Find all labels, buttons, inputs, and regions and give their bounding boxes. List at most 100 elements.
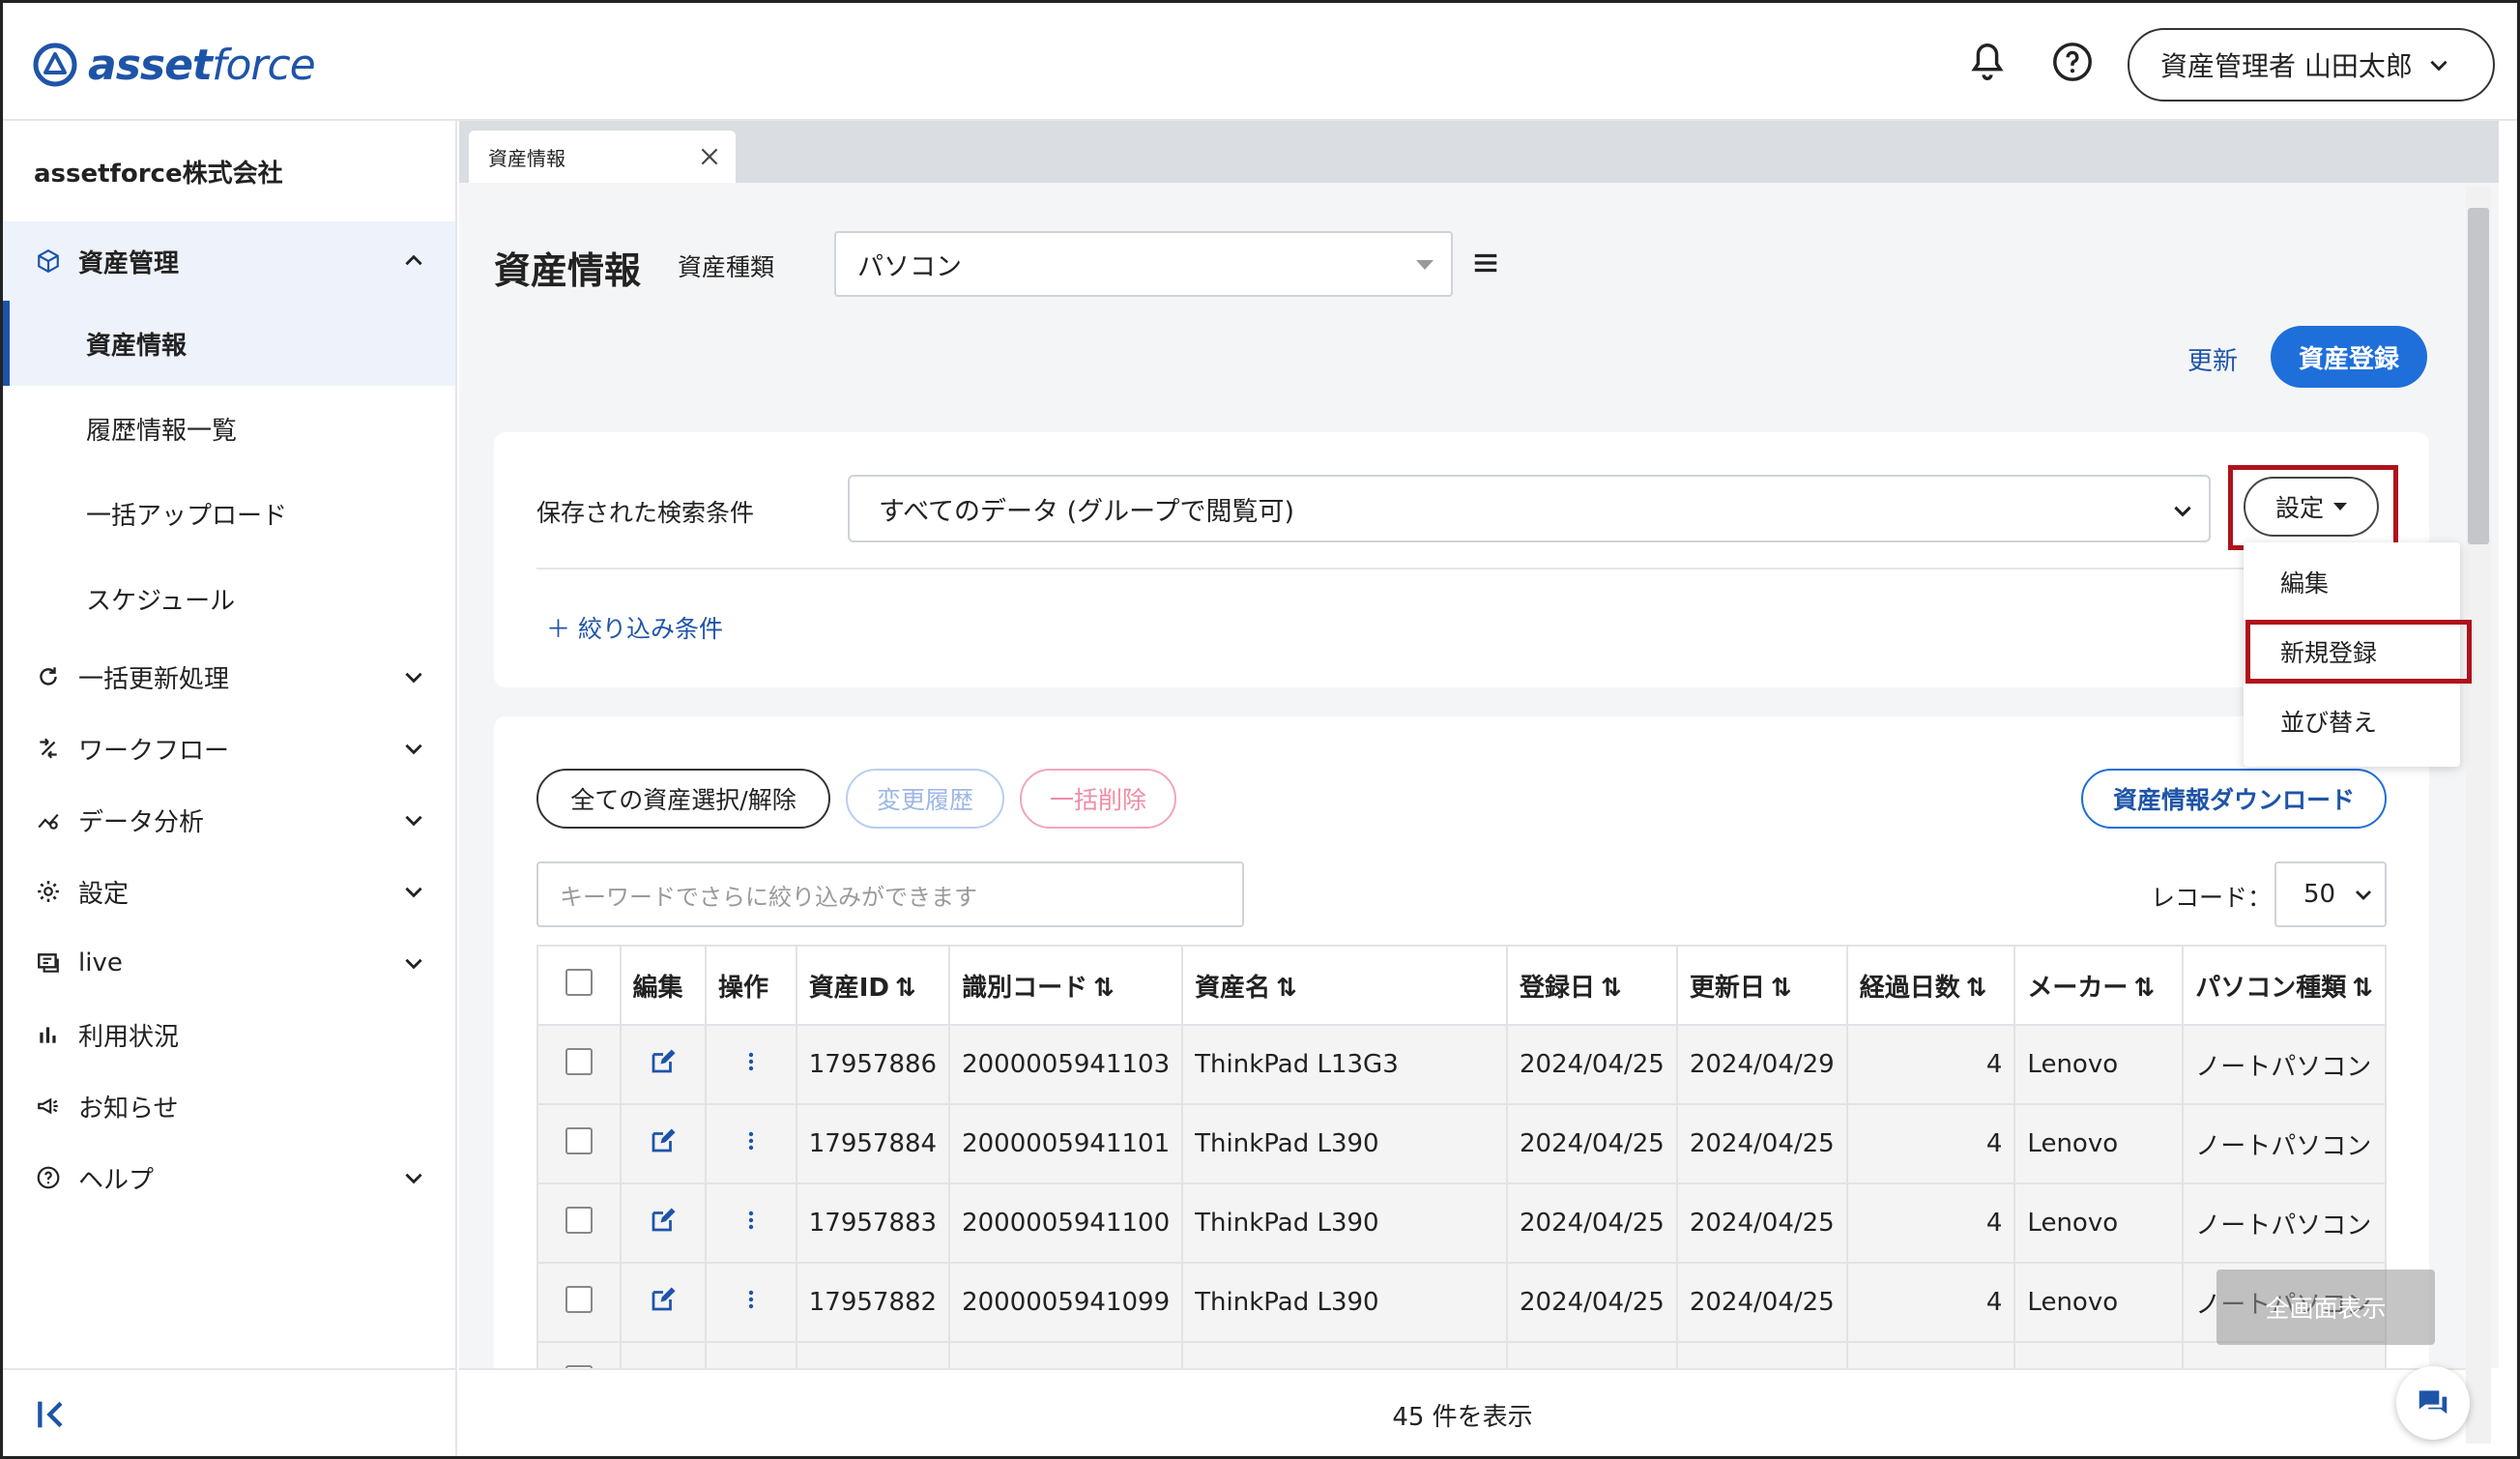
registered-date: 2024/04/25: [1505, 1262, 1678, 1343]
more-vertical-icon[interactable]: [739, 1285, 763, 1314]
sidebar-divider: [3, 1368, 455, 1370]
row-checkbox-cell: [536, 1024, 622, 1105]
tab-asset-info[interactable]: 資産情報: [469, 131, 736, 183]
header-edit: 編集: [619, 945, 707, 1026]
empty-cell: [1181, 1341, 1508, 1368]
edit-icon[interactable]: [649, 1126, 678, 1155]
record-count-select[interactable]: 50: [2274, 861, 2387, 927]
close-icon[interactable]: [697, 144, 722, 169]
header-label: メーカー: [2027, 973, 2129, 1003]
sidebar-item-label: お知らせ: [78, 1094, 179, 1123]
footer-bar: 45 件を表示: [459, 1368, 2466, 1456]
header-pc-type[interactable]: パソコン種類 ⇅: [2182, 945, 2387, 1026]
sidebar-item-history-list[interactable]: 履歴情報一覧: [3, 386, 455, 471]
chat-button[interactable]: [2396, 1366, 2470, 1440]
collapse-sidebar-icon[interactable]: [32, 1395, 71, 1434]
scrollbar-thumb[interactable]: [2468, 208, 2489, 544]
edit-cell: [619, 1024, 707, 1105]
table-row[interactable]: [536, 1341, 2387, 1368]
sidebar-item-asset-management[interactable]: 資産管理: [3, 221, 455, 301]
hamburger-menu-icon[interactable]: [1470, 248, 1501, 277]
pc-type: ノートパソコン: [2182, 1024, 2387, 1105]
header-updated[interactable]: 更新日 ⇅: [1675, 945, 1848, 1026]
table-row[interactable]: 17957883 2000005941100 ThinkPad L390 202…: [536, 1182, 2387, 1264]
asset-name: ThinkPad L390: [1181, 1262, 1508, 1343]
download-button[interactable]: 資産情報ダウンロード: [2081, 769, 2387, 829]
row-checkbox-cell: [536, 1182, 622, 1264]
more-vertical-icon[interactable]: [739, 1206, 763, 1235]
empty-cell: [619, 1341, 707, 1368]
sidebar-item-workflow[interactable]: ワークフロー: [3, 713, 455, 784]
sidebar-item-label: 設定: [78, 879, 130, 909]
sidebar-item-settings[interactable]: 設定: [3, 856, 455, 927]
row-checkbox[interactable]: [565, 1285, 593, 1313]
header-code[interactable]: 識別コード ⇅: [948, 945, 1184, 1026]
user-menu-button[interactable]: 資産管理者 山田太郎: [2128, 28, 2495, 102]
refresh-icon: [40, 667, 57, 686]
change-history-button[interactable]: 変更履歴: [846, 769, 1004, 829]
fullscreen-button[interactable]: 全画面表示: [2216, 1269, 2435, 1345]
row-checkbox-cell: [536, 1103, 622, 1184]
header-maker[interactable]: メーカー ⇅: [2013, 945, 2185, 1026]
add-filter-link[interactable]: ＋ 絞り込み条件: [546, 610, 723, 645]
sort-icon: ⇅: [1965, 973, 1987, 1003]
table-row[interactable]: 17957882 2000005941099 ThinkPad L390 202…: [536, 1262, 2387, 1343]
header-days[interactable]: 経過日数 ⇅: [1845, 945, 2016, 1026]
sidebar-item-label: ワークフロー: [78, 736, 230, 766]
asset-name: ThinkPad L390: [1181, 1103, 1508, 1184]
sidebar-item-news[interactable]: お知らせ: [3, 1070, 455, 1142]
caret-down-icon: [1416, 260, 1434, 270]
sidebar-item-asset-info[interactable]: 資産情報: [3, 301, 455, 386]
table-row[interactable]: 17957884 2000005941101 ThinkPad L390 202…: [536, 1103, 2387, 1184]
sidebar-item-schedule[interactable]: スケジュール: [3, 556, 455, 641]
sidebar-item-bulk-update[interactable]: 一括更新処理: [3, 641, 455, 713]
sort-icon: ⇅: [1093, 973, 1115, 1003]
chevron-down-icon: [405, 672, 422, 684]
saved-search-select[interactable]: すべてのデータ (グループで閲覧可): [848, 475, 2211, 542]
sort-icon: ⇅: [2133, 973, 2156, 1003]
help-circle-icon[interactable]: [2050, 40, 2095, 84]
more-vertical-icon[interactable]: [739, 1126, 763, 1155]
chevron-down-icon: [405, 887, 422, 898]
sidebar-item-bulk-upload[interactable]: 一括アップロード: [3, 471, 455, 556]
row-checkbox[interactable]: [565, 1126, 593, 1154]
asset-type-select[interactable]: パソコン: [834, 231, 1453, 297]
pc-type: ノートパソコン: [2182, 1103, 2387, 1184]
edit-icon[interactable]: [649, 1285, 678, 1314]
sidebar-item-usage[interactable]: 利用状況: [3, 999, 455, 1070]
more-vertical-icon[interactable]: [739, 1047, 763, 1076]
identification-code: 2000005941100: [948, 1182, 1184, 1264]
logo[interactable]: assetforce: [32, 36, 316, 94]
bulk-delete-button[interactable]: 一括削除: [1020, 769, 1176, 829]
elapsed-days: 4: [1845, 1262, 2016, 1343]
refresh-link[interactable]: 更新: [2187, 341, 2238, 377]
edit-icon[interactable]: [649, 1206, 678, 1235]
select-all-button[interactable]: 全ての資産選択/解除: [536, 769, 830, 829]
sidebar-item-label: 利用状況: [78, 1022, 180, 1052]
header-label: 登録日: [1519, 973, 1595, 1003]
menu-item-edit[interactable]: 編集: [2244, 548, 2460, 616]
actions-cell: [705, 1262, 797, 1343]
sidebar-item-data-analysis[interactable]: データ分析: [3, 784, 455, 856]
asset-name: ThinkPad L390: [1181, 1182, 1508, 1264]
header-asset-name[interactable]: 資産名 ⇅: [1181, 945, 1508, 1026]
maker: Lenovo: [2013, 1103, 2185, 1184]
sidebar-item-help[interactable]: ヘルプ: [3, 1142, 455, 1213]
header-asset-id[interactable]: 資産ID ⇅: [795, 945, 951, 1026]
bell-icon[interactable]: [1965, 40, 2010, 84]
elapsed-days: 4: [1845, 1182, 2016, 1264]
menu-item-sort[interactable]: 並び替え: [2244, 687, 2460, 755]
select-all-checkbox[interactable]: [565, 968, 593, 996]
table-row[interactable]: 17957886 2000005941103 ThinkPad L13G3 20…: [536, 1024, 2387, 1105]
empty-cell: [795, 1341, 951, 1368]
sidebar-item-live[interactable]: live: [3, 927, 455, 999]
edit-cell: [619, 1262, 707, 1343]
row-checkbox[interactable]: [565, 1206, 593, 1234]
keyword-search-input[interactable]: キーワードでさらに絞り込みができます: [536, 861, 1244, 927]
header-registered[interactable]: 登録日 ⇅: [1505, 945, 1678, 1026]
edit-icon[interactable]: [649, 1047, 678, 1076]
sidebar-item-label: データ分析: [78, 807, 205, 837]
header-label: 資産ID: [808, 973, 890, 1003]
register-asset-button[interactable]: 資産登録: [2271, 326, 2427, 388]
row-checkbox[interactable]: [565, 1047, 593, 1075]
